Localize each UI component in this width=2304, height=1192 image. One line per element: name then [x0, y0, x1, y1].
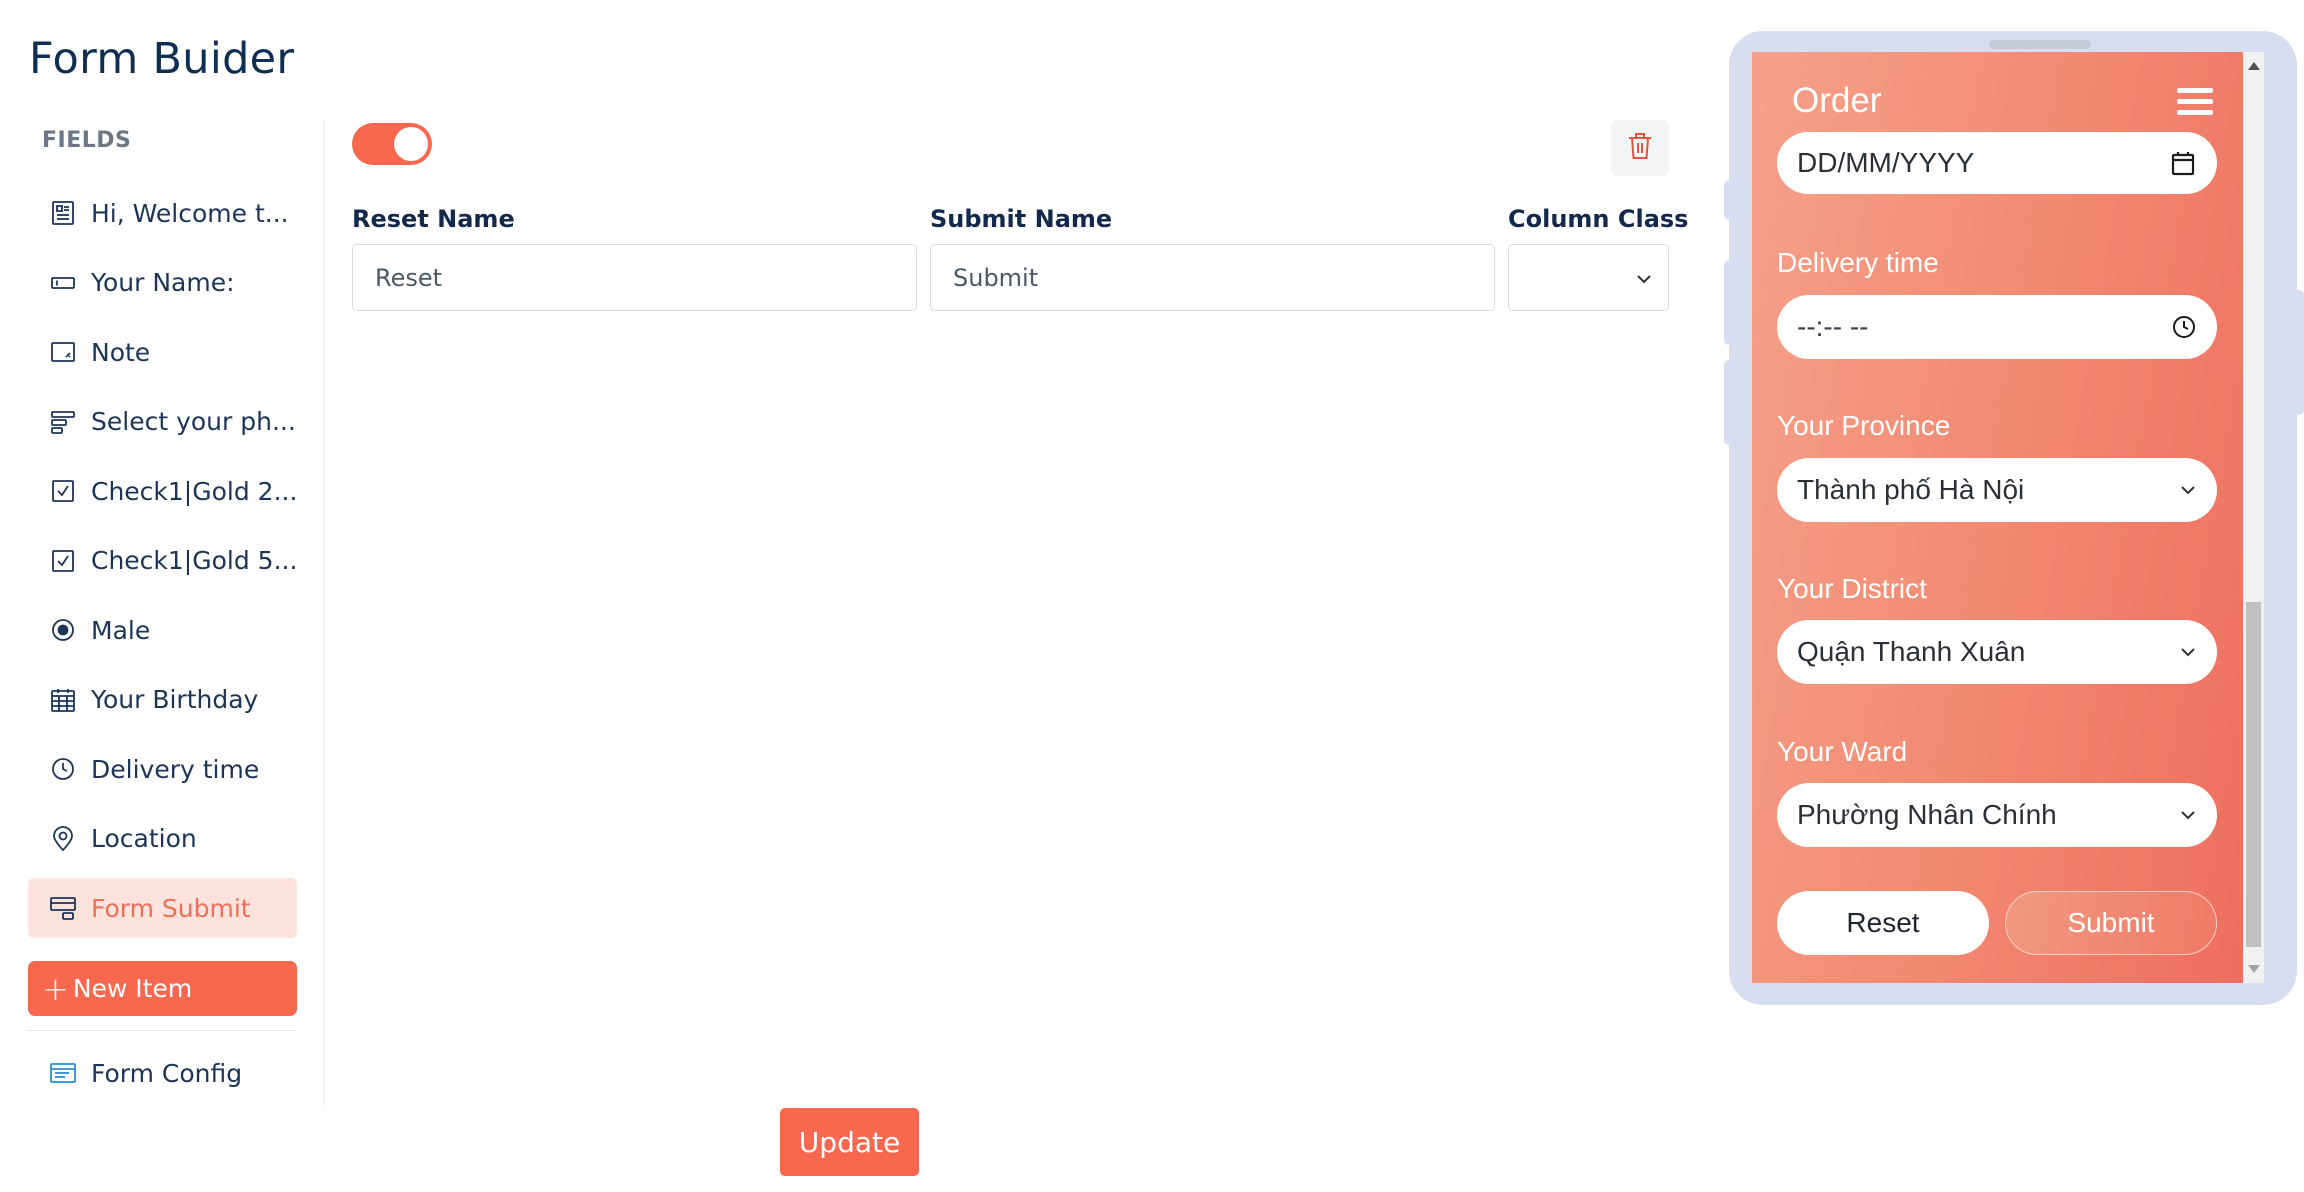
- calendar-icon: [49, 686, 77, 714]
- phone-side-button: [1724, 360, 1734, 445]
- enable-toggle[interactable]: [352, 123, 432, 165]
- sidebar-divider: [28, 1030, 297, 1031]
- sidebar-item-label: Delivery time: [91, 754, 260, 784]
- calendar-icon: [2169, 149, 2197, 177]
- textarea-icon: [49, 338, 77, 366]
- clock-icon: [2171, 314, 2197, 340]
- form-config-button[interactable]: Form Config: [28, 1043, 297, 1103]
- district-select[interactable]: Quận Thanh Xuân: [1777, 620, 2217, 684]
- reset-name-label: Reset Name: [352, 205, 515, 233]
- sidebar-item-label: Select your ph...: [91, 407, 296, 436]
- province-value: Thành phố Hà Nội: [1797, 474, 2025, 505]
- fields-sidebar: Hi, Welcome t... Your Name: Note Select …: [28, 183, 297, 948]
- sidebar-item-location[interactable]: Location: [28, 809, 297, 869]
- phone-side-button: [1724, 180, 1734, 220]
- location-pin-icon: [49, 825, 77, 853]
- preview-submit-button[interactable]: Submit: [2005, 891, 2217, 955]
- phone-speaker: [1989, 40, 2091, 49]
- phone-side-button: [2294, 290, 2304, 415]
- delivery-time-input[interactable]: --:-- --: [1777, 295, 2217, 359]
- province-select[interactable]: Thành phố Hà Nội: [1777, 458, 2217, 522]
- submit-name-label: Submit Name: [930, 205, 1113, 233]
- plus-icon: +: [42, 969, 69, 1008]
- scroll-up-arrow-icon[interactable]: [2248, 62, 2260, 70]
- sidebar-item-select-phone[interactable]: Select your ph...: [28, 392, 297, 452]
- form-submit-icon: [49, 894, 77, 922]
- sidebar-item-label: Note: [91, 337, 151, 367]
- chevron-down-icon: [2179, 481, 2197, 499]
- text-input-icon: [49, 269, 77, 297]
- chevron-down-icon: [1637, 275, 1651, 284]
- preview-reset-button[interactable]: Reset: [1777, 891, 1989, 955]
- trash-icon: [1626, 131, 1654, 165]
- form-config-label: Form Config: [91, 1058, 243, 1088]
- submit-name-input[interactable]: [930, 244, 1495, 311]
- delete-button[interactable]: [1611, 120, 1669, 176]
- time-input-value: --:-- --: [1797, 311, 1869, 342]
- sidebar-item-birthday[interactable]: Your Birthday: [28, 670, 297, 730]
- sidebar-item-male[interactable]: Male: [28, 600, 297, 660]
- sidebar-item-check-gold-2[interactable]: Check1|Gold 2...: [28, 461, 297, 521]
- sidebar-item-label: Location: [91, 824, 197, 853]
- checkbox-icon: [49, 477, 77, 505]
- sidebar-item-label: Check1|Gold 2...: [91, 476, 297, 506]
- text-block-icon: [49, 199, 77, 227]
- column-class-select[interactable]: [1508, 244, 1669, 311]
- form-config-icon: [49, 1059, 77, 1087]
- sidebar-item-note[interactable]: Note: [28, 322, 297, 382]
- sidebar-item-label: Your Birthday: [91, 685, 259, 714]
- date-input-value: DD/MM/YYYY: [1797, 147, 1975, 178]
- sidebar-item-label: Male: [91, 615, 151, 645]
- sidebar-item-label: Form Submit: [91, 893, 251, 923]
- sidebar-item-label: Check1|Gold 5...: [91, 546, 297, 575]
- column-class-label: Column Class: [1508, 205, 1689, 233]
- sidebar-item-your-name[interactable]: Your Name:: [28, 253, 297, 313]
- delivery-time-label: Delivery time: [1777, 247, 1939, 278]
- sidebar-item-label: Your Name:: [91, 268, 235, 297]
- toggle-knob: [394, 127, 428, 161]
- fields-section-label: FIELDS: [42, 128, 132, 153]
- sidebar-item-form-submit[interactable]: Form Submit: [28, 878, 297, 938]
- hamburger-menu-icon[interactable]: [2177, 88, 2213, 120]
- phone-screen: Order DD/MM/YYYY Delivery time --:-- -- …: [1752, 52, 2243, 983]
- clock-icon: [49, 755, 77, 783]
- page-title: Form Buider: [29, 34, 295, 84]
- sidebar-item-delivery-time[interactable]: Delivery time: [28, 739, 297, 799]
- new-item-button[interactable]: + New Item: [28, 961, 297, 1016]
- district-value: Quận Thanh Xuân: [1797, 636, 2026, 667]
- birthday-date-input[interactable]: DD/MM/YYYY: [1777, 132, 2217, 194]
- sidebar-item-check-gold-5[interactable]: Check1|Gold 5...: [28, 531, 297, 591]
- sidebar-item-welcome-text[interactable]: Hi, Welcome t...: [28, 183, 297, 243]
- scroll-down-arrow-icon[interactable]: [2248, 965, 2260, 973]
- panel-divider: [323, 120, 325, 1105]
- chevron-down-icon: [2179, 643, 2197, 661]
- radio-icon: [49, 616, 77, 644]
- district-label: Your District: [1777, 573, 1927, 604]
- new-item-label: New Item: [72, 974, 193, 1003]
- select-list-icon: [49, 408, 77, 436]
- scrollbar-thumb[interactable]: [2246, 602, 2261, 947]
- preview-title: Order: [1792, 81, 1882, 120]
- ward-value: Phường Nhân Chính: [1797, 799, 2057, 830]
- phone-side-button: [1724, 260, 1734, 345]
- chevron-down-icon: [2179, 806, 2197, 824]
- checkbox-icon: [49, 547, 77, 575]
- preview-scrollbar[interactable]: [2243, 52, 2264, 983]
- sidebar-item-label: Hi, Welcome t...: [91, 198, 289, 228]
- ward-label: Your Ward: [1777, 736, 1908, 767]
- ward-select[interactable]: Phường Nhân Chính: [1777, 783, 2217, 847]
- reset-name-input[interactable]: [352, 244, 917, 311]
- update-button[interactable]: Update: [780, 1108, 919, 1176]
- province-label: Your Province: [1777, 410, 1951, 441]
